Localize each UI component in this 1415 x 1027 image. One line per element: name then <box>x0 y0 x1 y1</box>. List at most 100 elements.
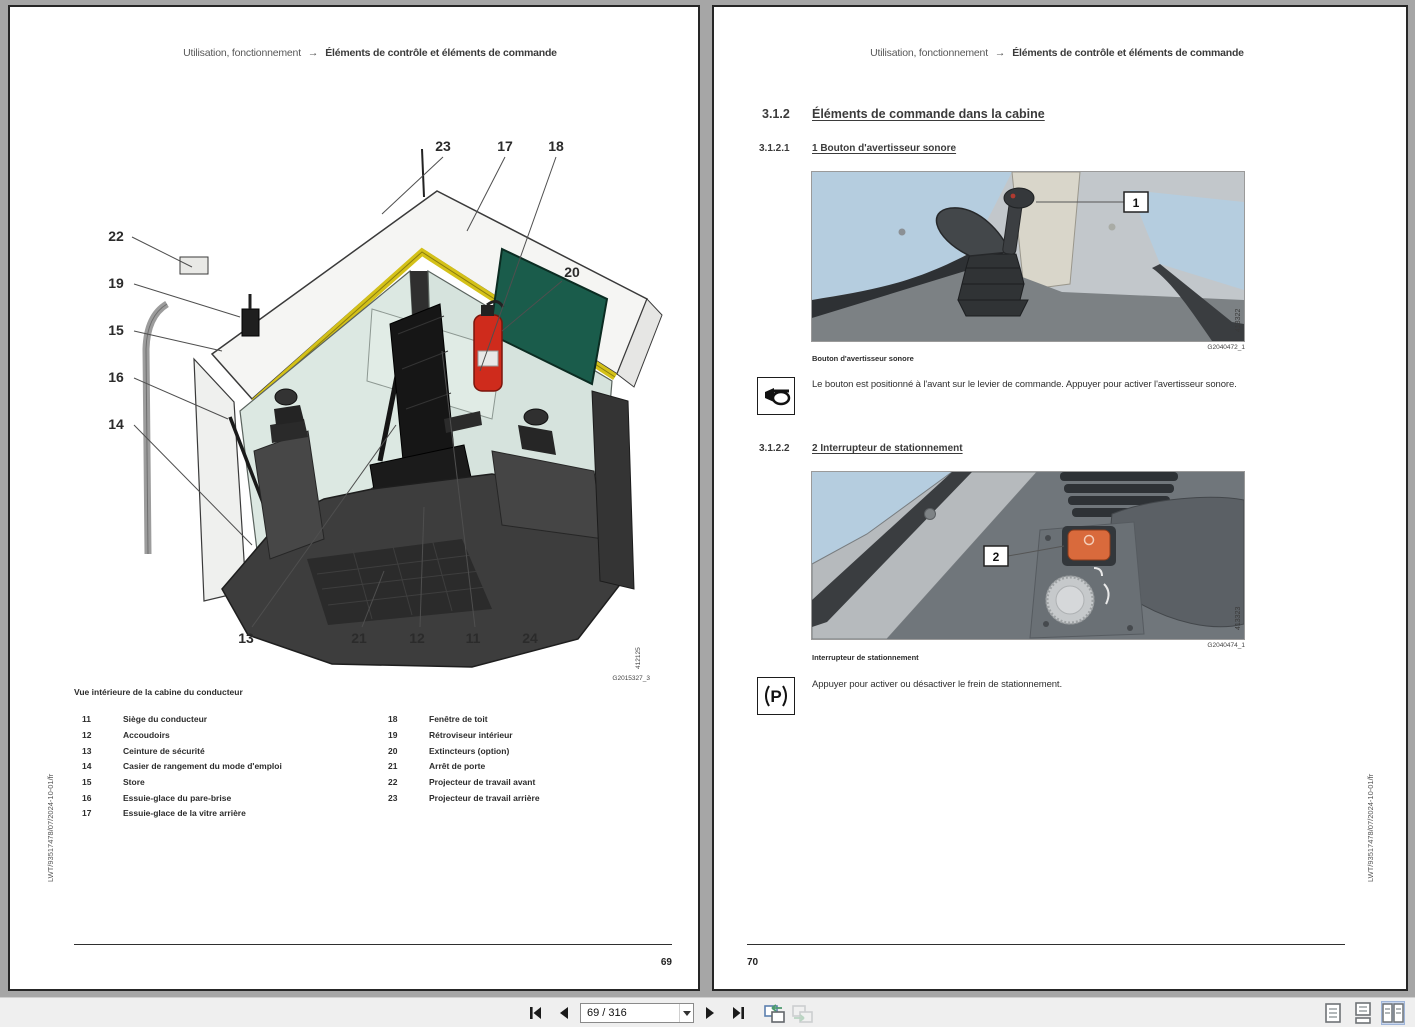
single-page-view-button[interactable] <box>1321 1001 1345 1025</box>
photo-id-vertical: 413322 <box>1235 309 1242 332</box>
horn-button <box>1004 188 1034 208</box>
footer-rule <box>747 944 1345 945</box>
front-pillar <box>194 359 246 601</box>
legend-label: Accoudoirs <box>123 730 170 740</box>
legend-label: Siège du conducteur <box>123 714 207 724</box>
legend-label: Store <box>123 777 145 787</box>
page-number-input[interactable]: 69 / 316 <box>580 1003 694 1023</box>
legend-num: 21 <box>388 761 429 771</box>
section-heading: 3.1.2 Éléments de commande dans la cabin… <box>762 107 1045 121</box>
figure-code: G2015327_3 <box>570 675 650 682</box>
legend-label: Essuie-glace du pare-brise <box>123 793 231 803</box>
breadcrumb: Utilisation, fonctionnement <box>870 47 988 59</box>
photo-caption: Interrupteur de stationnement <box>812 653 919 662</box>
photo-code: G2040472_1 <box>1165 344 1245 351</box>
legend-label: Extincteurs (option) <box>429 746 509 756</box>
callout-13: 13 <box>238 630 254 646</box>
previous-page-button[interactable] <box>552 1001 576 1025</box>
subsection-title: 2 Interrupteur de stationnement <box>812 443 963 454</box>
page-title: Éléments de contrôle et éléments de comm… <box>1012 47 1244 59</box>
legend-num: 22 <box>388 777 429 787</box>
section-title: Éléments de commande dans la cabine <box>812 107 1045 121</box>
next-page-button[interactable] <box>698 1001 722 1025</box>
pdf-viewer: Utilisation, fonctionnement → Éléments d… <box>0 0 1415 1027</box>
legend-label: Rétroviseur intérieur <box>429 730 513 740</box>
previous-view-button[interactable] <box>762 1001 786 1025</box>
svg-text:P: P <box>770 687 781 706</box>
handrail <box>146 304 167 554</box>
section-number: 3.1.2 <box>762 107 812 121</box>
page-title: Éléments de contrôle et éléments de comm… <box>325 47 557 59</box>
next-view-button[interactable] <box>790 1001 814 1025</box>
subsection-title: 1 Bouton d'avertisseur sonore <box>812 143 956 154</box>
callout-14: 14 <box>108 416 124 432</box>
photo-code: G2040474_1 <box>1165 642 1245 649</box>
callout-17: 17 <box>497 138 513 154</box>
interior-mirror <box>242 309 259 336</box>
document-id-vertical: LWT/93517478/07/2024-10-01/fr <box>46 774 55 882</box>
callout-15: 15 <box>108 322 124 338</box>
joystick-bellows <box>958 254 1028 316</box>
legend-num: 16 <box>82 793 123 803</box>
callout-16: 16 <box>108 369 124 385</box>
front-work-light <box>180 257 208 274</box>
legend-num: 20 <box>388 746 429 756</box>
footer-rule <box>74 944 672 945</box>
legend-num: 23 <box>388 793 429 803</box>
legend-num: 15 <box>82 777 123 787</box>
callout-21: 21 <box>351 630 367 646</box>
parking-brake-symbol-box: P <box>757 677 795 715</box>
breadcrumb-arrow-icon: → <box>308 47 318 59</box>
viewer-toolbar: 69 / 316 <box>0 997 1415 1027</box>
breadcrumb: Utilisation, fonctionnement <box>183 47 301 59</box>
figure-number-vertical: 412125 <box>635 647 642 669</box>
photo-horn-button: 1 413322 <box>811 171 1245 342</box>
legend-num: 13 <box>82 746 123 756</box>
legend-label: Arrêt de porte <box>429 761 485 771</box>
first-page-button[interactable] <box>524 1001 548 1025</box>
page-header: Utilisation, fonctionnement → Éléments d… <box>810 47 1304 59</box>
callout-18: 18 <box>548 138 564 154</box>
legend-label: Fenêtre de toit <box>429 714 488 724</box>
subsection-heading-1: 3.1.2.1 1 Bouton d'avertisseur sonore <box>759 143 956 154</box>
photo-parking-switch: 2 413323 <box>811 471 1245 640</box>
continuous-view-button[interactable] <box>1351 1001 1375 1025</box>
page-header: Utilisation, fonctionnement → Éléments d… <box>70 47 670 59</box>
horn-icon <box>760 380 792 412</box>
photo-caption: Bouton d'avertisseur sonore <box>812 354 914 363</box>
document-id-vertical: LWT/93517478/07/2024-10-01/fr <box>1366 774 1375 882</box>
two-page-view-button[interactable] <box>1381 1001 1405 1025</box>
horn-symbol-box <box>757 377 795 415</box>
page-dropdown-arrow-icon[interactable] <box>679 1004 693 1022</box>
figure-caption: Vue intérieure de la cabine du conducteu… <box>74 687 243 697</box>
parking-brake-icon: P <box>760 680 792 712</box>
page-number: 70 <box>747 957 758 968</box>
legend-label: Ceinture de sécurité <box>123 746 205 756</box>
page-number: 69 <box>650 957 672 968</box>
body-text-2: Appuyer pour activer ou désactiver le fr… <box>812 679 1062 690</box>
photo-parking-switch-image: 2 413323 <box>812 472 1244 639</box>
photo-callout-2: 2 <box>993 550 1000 564</box>
legend-num: 18 <box>388 714 429 724</box>
photo-horn-button-image: 1 413322 <box>812 172 1244 341</box>
callout-23: 23 <box>435 138 451 154</box>
legend-label: Projecteur de travail avant <box>429 777 535 787</box>
callout-12: 12 <box>409 630 425 646</box>
legend-num: 11 <box>82 714 123 724</box>
callout-22: 22 <box>108 228 124 244</box>
subsection-heading-2: 3.1.2.2 2 Interrupteur de stationnement <box>759 443 963 454</box>
document-page-70: Utilisation, fonctionnement → Éléments d… <box>712 5 1408 991</box>
document-page-69: Utilisation, fonctionnement → Éléments d… <box>8 5 700 991</box>
right-joystick <box>524 409 548 425</box>
cab-interior-diagram: 23 17 18 22 19 15 16 14 20 13 21 12 11 2… <box>72 119 672 679</box>
subsection-number: 3.1.2.2 <box>759 443 812 454</box>
left-joystick <box>275 389 297 405</box>
legend-label: Projecteur de travail arrière <box>429 793 540 803</box>
page-indicator: 69 / 316 <box>587 1007 679 1019</box>
breadcrumb-arrow-icon: → <box>995 47 1005 59</box>
last-page-button[interactable] <box>726 1001 750 1025</box>
legend-num: 14 <box>82 761 123 771</box>
callout-24: 24 <box>522 630 538 646</box>
photo-id-vertical: 413323 <box>1235 607 1242 630</box>
body-text-1: Le bouton est positionné à l'avant sur l… <box>812 379 1237 390</box>
